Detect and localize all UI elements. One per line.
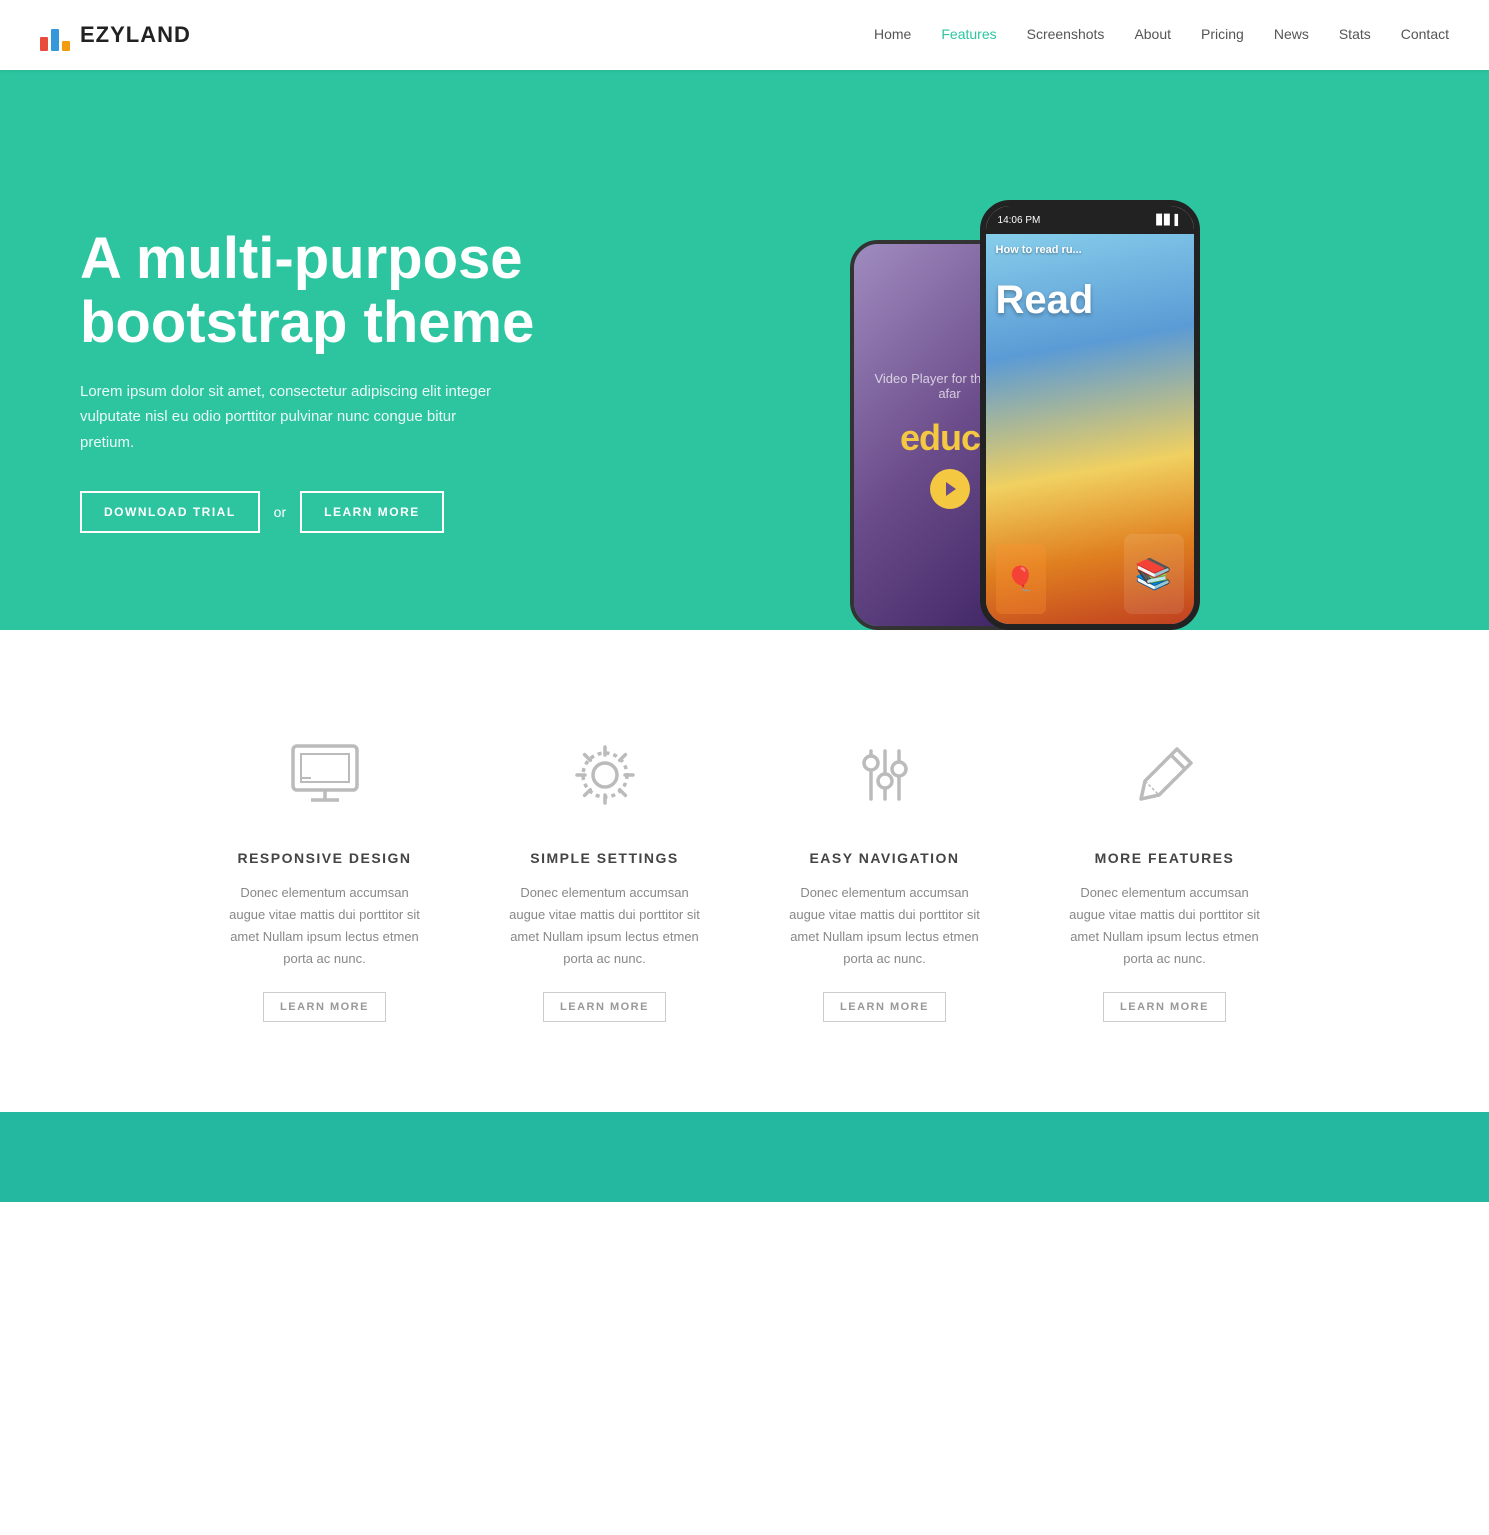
feature-link-settings[interactable]: LEARN MORE: [543, 992, 666, 1022]
feature-desc-navigation: Donec elementum accumsan augue vitae mat…: [785, 882, 985, 970]
pencil-icon: [1120, 730, 1210, 820]
hero-content: A multi-purpose bootstrap theme Lorem ip…: [80, 227, 560, 533]
feature-easy-navigation: EASY NAVIGATION Donec elementum accumsan…: [765, 710, 1005, 1052]
phone-screen: How to read ru... Read 📚 🎈: [986, 234, 1194, 624]
phone-mockup: Video Player for the Net & afar educa 14…: [830, 150, 1330, 630]
feature-more-features: MORE FEATURES Donec elementum accumsan a…: [1045, 710, 1285, 1052]
feature-title-more: MORE FEATURES: [1065, 850, 1265, 866]
navbar: EZYLAND Home Features Screenshots About …: [0, 0, 1489, 70]
nav-link-pricing[interactable]: Pricing: [1201, 26, 1244, 42]
logo-bar-2: [51, 29, 59, 51]
nav-link-about[interactable]: About: [1134, 26, 1171, 42]
gear-icon: [560, 730, 650, 820]
nav-link-news[interactable]: News: [1274, 26, 1309, 42]
feature-desc-settings: Donec elementum accumsan augue vitae mat…: [505, 882, 705, 970]
feature-desc-more: Donec elementum accumsan augue vitae mat…: [1065, 882, 1265, 970]
nav-item-contact[interactable]: Contact: [1401, 26, 1449, 44]
nav-item-about[interactable]: About: [1134, 26, 1171, 44]
phone-status-bar: 14:06 PM ▊▊ ▌: [986, 206, 1194, 234]
phone-front: 14:06 PM ▊▊ ▌ How to read ru... Read 📚 🎈: [980, 200, 1200, 630]
monitor-icon: [280, 730, 370, 820]
feature-title-navigation: EASY NAVIGATION: [785, 850, 985, 866]
feature-link-navigation[interactable]: LEARN MORE: [823, 992, 946, 1022]
nav-link-features[interactable]: Features: [941, 26, 996, 42]
features-grid: RESPONSIVE DESIGN Donec elementum accums…: [195, 710, 1295, 1052]
feature-responsive-design: RESPONSIVE DESIGN Donec elementum accums…: [205, 710, 445, 1052]
features-section: RESPONSIVE DESIGN Donec elementum accums…: [0, 630, 1489, 1112]
footer-strip: [0, 1112, 1489, 1202]
nav-item-stats[interactable]: Stats: [1339, 26, 1371, 44]
logo-bar-3: [62, 41, 70, 51]
feature-title-settings: SIMPLE SETTINGS: [505, 850, 705, 866]
nav-item-pricing[interactable]: Pricing: [1201, 26, 1244, 44]
sliders-icon: [840, 730, 930, 820]
nav-item-screenshots[interactable]: Screenshots: [1027, 26, 1105, 44]
logo-icon: [40, 19, 70, 51]
phone-time: 14:06 PM: [998, 215, 1041, 226]
nav-links: Home Features Screenshots About Pricing …: [874, 26, 1449, 44]
download-trial-button[interactable]: DOWNLOAD TRIAL: [80, 491, 260, 533]
nav-link-home[interactable]: Home: [874, 26, 911, 42]
phone-status-icons: ▊▊ ▌: [1156, 215, 1181, 226]
nav-link-contact[interactable]: Contact: [1401, 26, 1449, 42]
nav-item-features[interactable]: Features: [941, 26, 996, 44]
logo-bar-1: [40, 37, 48, 51]
feature-link-responsive[interactable]: LEARN MORE: [263, 992, 386, 1022]
feature-link-more[interactable]: LEARN MORE: [1103, 992, 1226, 1022]
hero-buttons: DOWNLOAD TRIAL or LEARN MORE: [80, 491, 560, 533]
logo-text: EZYLAND: [80, 22, 191, 48]
feature-desc-responsive: Donec elementum accumsan augue vitae mat…: [225, 882, 425, 970]
hero-title: A multi-purpose bootstrap theme: [80, 227, 560, 355]
nav-link-stats[interactable]: Stats: [1339, 26, 1371, 42]
nav-item-home[interactable]: Home: [874, 26, 911, 44]
hero-image-area: Video Player for the Net & afar educa 14…: [670, 70, 1489, 630]
feature-title-responsive: RESPONSIVE DESIGN: [225, 850, 425, 866]
hero-section: A multi-purpose bootstrap theme Lorem ip…: [0, 70, 1489, 630]
learn-more-button[interactable]: LEARN MORE: [300, 491, 444, 533]
logo[interactable]: EZYLAND: [40, 19, 191, 51]
hero-or-text: or: [274, 504, 286, 520]
nav-link-screenshots[interactable]: Screenshots: [1027, 26, 1105, 42]
feature-simple-settings: SIMPLE SETTINGS Donec elementum accumsan…: [485, 710, 725, 1052]
hero-description: Lorem ipsum dolor sit amet, consectetur …: [80, 379, 500, 456]
nav-item-news[interactable]: News: [1274, 26, 1309, 44]
